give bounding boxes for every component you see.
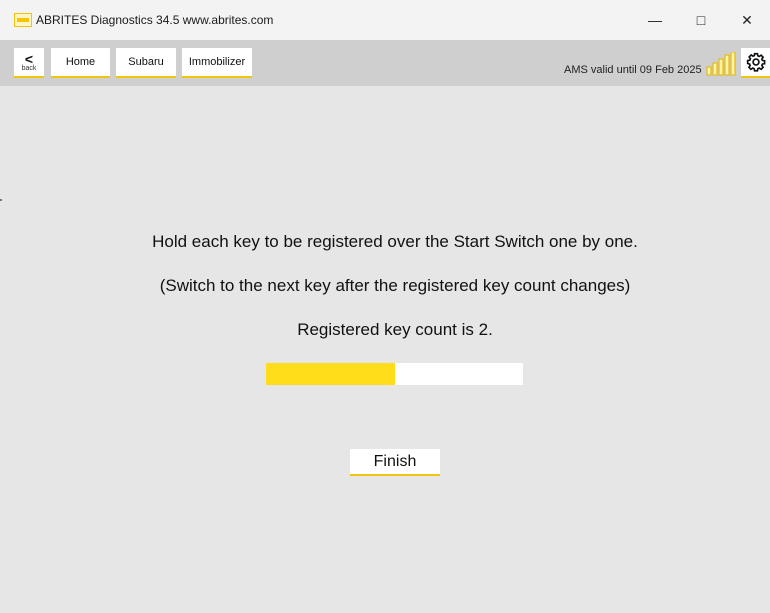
- minimize-button[interactable]: —: [632, 0, 678, 40]
- instruction-text: Hold each key to be registered over the …: [152, 232, 638, 251]
- progress-fill: [266, 363, 395, 385]
- breadcrumb-home[interactable]: Home: [51, 48, 110, 78]
- breadcrumb-immobilizer[interactable]: Immobilizer: [182, 48, 252, 78]
- settings-button[interactable]: [741, 48, 770, 78]
- window-titlebar: ABRITES Diagnostics 34.5 www.abrites.com…: [0, 0, 770, 40]
- back-label: back: [21, 64, 37, 72]
- finish-button[interactable]: Finish: [350, 449, 440, 476]
- abrites-logo-icon: [14, 13, 32, 27]
- registered-count-text: Registered key count is 2.: [297, 320, 493, 339]
- registration-progress-bar: [266, 363, 523, 385]
- signal-strength-icon: [706, 52, 736, 76]
- chevron-left-icon: <: [24, 50, 34, 67]
- breadcrumb-subaru[interactable]: Subaru: [116, 48, 176, 78]
- back-button[interactable]: < back: [14, 48, 44, 78]
- close-button[interactable]: ✕: [724, 0, 770, 40]
- hint-text: (Switch to the next key after the regist…: [159, 276, 631, 295]
- ams-status-text: AMS valid until 09 Feb 2025: [564, 64, 702, 76]
- key-registration-panel: Hold each key to be registered over the …: [0, 86, 770, 613]
- window-controls: — □ ✕: [632, 0, 770, 40]
- navigation-toolbar: < back Home Subaru Immobilizer AMS valid…: [0, 40, 770, 86]
- maximize-button[interactable]: □: [678, 0, 724, 40]
- window-title: ABRITES Diagnostics 34.5 www.abrites.com: [36, 13, 274, 27]
- panel-edge-marker: [0, 199, 2, 201]
- gear-icon: [746, 52, 765, 72]
